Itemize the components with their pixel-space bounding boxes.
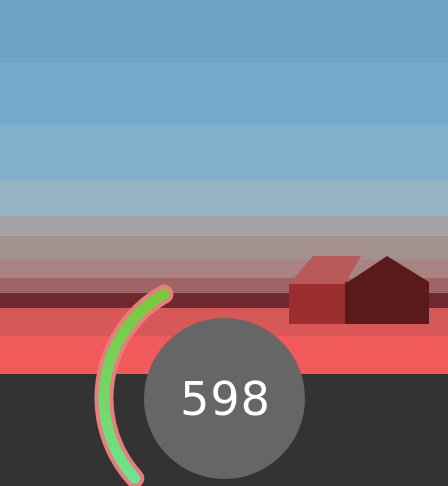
score-value: 598 xyxy=(180,371,271,426)
game-scene: 598 xyxy=(0,0,448,486)
score-display: 598 xyxy=(144,318,305,479)
